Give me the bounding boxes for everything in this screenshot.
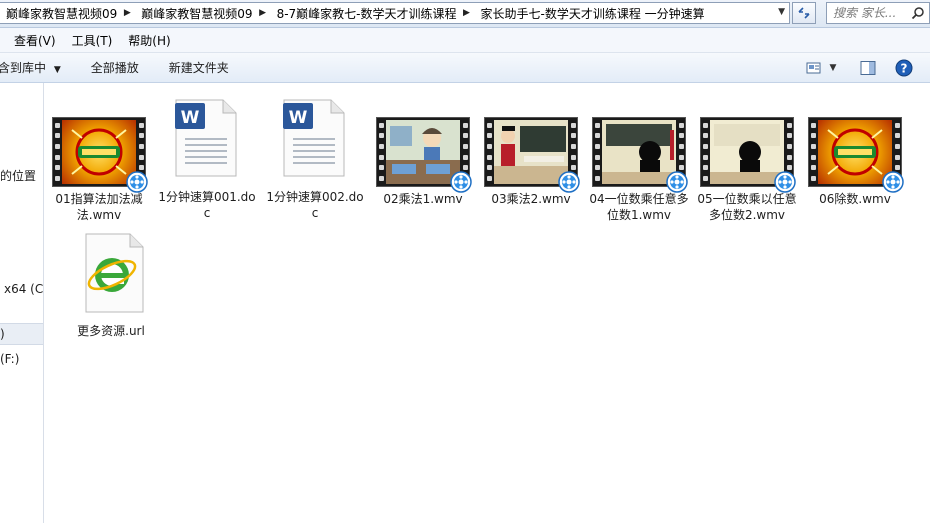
search-icon[interactable]	[911, 6, 925, 20]
breadcrumb-item-2[interactable]: 巅峰家教智慧视频09	[135, 3, 254, 23]
svg-text:W: W	[181, 108, 200, 128]
preview-pane-icon	[860, 61, 876, 75]
file-name: 02乘法1.wmv	[383, 192, 463, 206]
svg-text:?: ?	[901, 62, 908, 76]
internet-shortcut-icon	[64, 233, 158, 321]
file-name: 05一位数乘以任意多位数2.wmv	[697, 192, 797, 222]
word-document-icon: W	[268, 99, 362, 187]
file-name: 06除数.wmv	[819, 192, 891, 206]
file-name: 03乘法2.wmv	[491, 192, 571, 206]
search-input[interactable]	[833, 6, 907, 20]
address-bar[interactable]: 巅峰家教智慧视频09 ▶ 巅峰家教智慧视频09 ▶ 8-7巅峰家教七-数学天才训…	[0, 2, 790, 24]
file-name: 1分钟速算001.doc	[158, 190, 256, 220]
refresh-button[interactable]	[792, 2, 816, 24]
preview-pane-button[interactable]	[858, 58, 878, 78]
word-document-icon: W	[160, 99, 254, 187]
file-list: 01指算法加法减法.wmv W 1分钟速算001.doc W 1分钟速算002.…	[45, 83, 930, 523]
media-player-badge-icon	[666, 171, 688, 193]
video-thumbnail	[52, 113, 148, 193]
file-name: 1分钟速算002.doc	[266, 190, 364, 220]
nav-item-places[interactable]: 的位置	[0, 167, 36, 184]
breadcrumb-separator-icon[interactable]: ▶	[119, 8, 135, 18]
play-all-button[interactable]: 全部播放	[91, 59, 139, 76]
file-name: 04一位数乘任意多位数1.wmv	[589, 192, 689, 222]
view-icon	[806, 62, 821, 74]
file-item[interactable]: W 1分钟速算001.doc	[153, 99, 261, 221]
media-player-badge-icon	[558, 171, 580, 193]
file-item[interactable]: 02乘法1.wmv	[369, 113, 477, 207]
video-thumbnail	[376, 113, 472, 193]
file-item[interactable]: W 1分钟速算002.doc	[261, 99, 369, 221]
navigation-pane: 的位置 x64 (C: ) (F:)	[0, 83, 44, 523]
file-item[interactable]: 06除数.wmv	[801, 113, 909, 207]
video-thumbnail	[592, 113, 688, 193]
menu-view[interactable]: 查看(V)	[14, 32, 56, 49]
breadcrumb-item-4[interactable]: 家长助手七-数学天才训练课程 一分钟速算	[475, 3, 707, 23]
nav-item-drive-e[interactable]: )	[0, 327, 5, 341]
media-player-badge-icon	[126, 171, 148, 193]
nav-item-drive-c[interactable]: x64 (C:	[4, 282, 43, 296]
address-history-chevron-down-icon[interactable]: ▼	[778, 7, 785, 17]
video-thumbnail	[808, 113, 904, 193]
nav-item-drive-f[interactable]: (F:)	[0, 352, 19, 366]
menu-bar: 查看(V) 工具(T) 帮助(H)	[0, 28, 930, 53]
video-thumbnail	[700, 113, 796, 193]
search-box[interactable]	[826, 2, 930, 24]
file-name: 01指算法加法减法.wmv	[55, 192, 143, 222]
menu-tools[interactable]: 工具(T)	[72, 32, 113, 49]
media-player-badge-icon	[774, 171, 796, 193]
refresh-icon	[798, 7, 810, 19]
file-name: 更多资源.url	[77, 324, 145, 338]
breadcrumb-item-1[interactable]: 巅峰家教智慧视频09	[0, 3, 119, 23]
address-bar-row: 巅峰家教智慧视频09 ▶ 巅峰家教智慧视频09 ▶ 8-7巅峰家教七-数学天才训…	[0, 0, 930, 28]
file-item[interactable]: 04一位数乘任意多位数1.wmv	[585, 113, 693, 223]
file-item[interactable]: 03乘法2.wmv	[477, 113, 585, 207]
help-button[interactable]: ?	[893, 58, 915, 78]
change-view-button[interactable]	[804, 58, 824, 78]
help-icon: ?	[895, 59, 913, 77]
breadcrumb-separator-icon[interactable]: ▶	[255, 8, 271, 18]
command-bar: 含到库中 ▼ 全部播放 新建文件夹 ▼ ?	[0, 53, 930, 83]
svg-text:W: W	[289, 108, 308, 128]
breadcrumb-item-3[interactable]: 8-7巅峰家教七-数学天才训练课程	[271, 3, 459, 23]
file-item[interactable]: 更多资源.url	[57, 233, 165, 339]
add-to-library-label: 含到库中	[0, 61, 47, 75]
new-folder-button[interactable]: 新建文件夹	[169, 59, 229, 76]
file-item[interactable]: 01指算法加法减法.wmv	[45, 113, 153, 223]
video-thumbnail	[484, 113, 580, 193]
file-item[interactable]: 05一位数乘以任意多位数2.wmv	[693, 113, 801, 223]
add-to-library-button[interactable]: 含到库中 ▼	[0, 59, 61, 76]
menu-help[interactable]: 帮助(H)	[128, 32, 170, 49]
nav-item-selected-bg	[0, 323, 43, 345]
media-player-badge-icon	[882, 171, 904, 193]
chevron-down-icon: ▼	[53, 65, 61, 75]
view-options-chevron-down-icon[interactable]: ▼	[826, 58, 840, 78]
media-player-badge-icon	[450, 171, 472, 193]
breadcrumb-separator-icon[interactable]: ▶	[459, 8, 475, 18]
